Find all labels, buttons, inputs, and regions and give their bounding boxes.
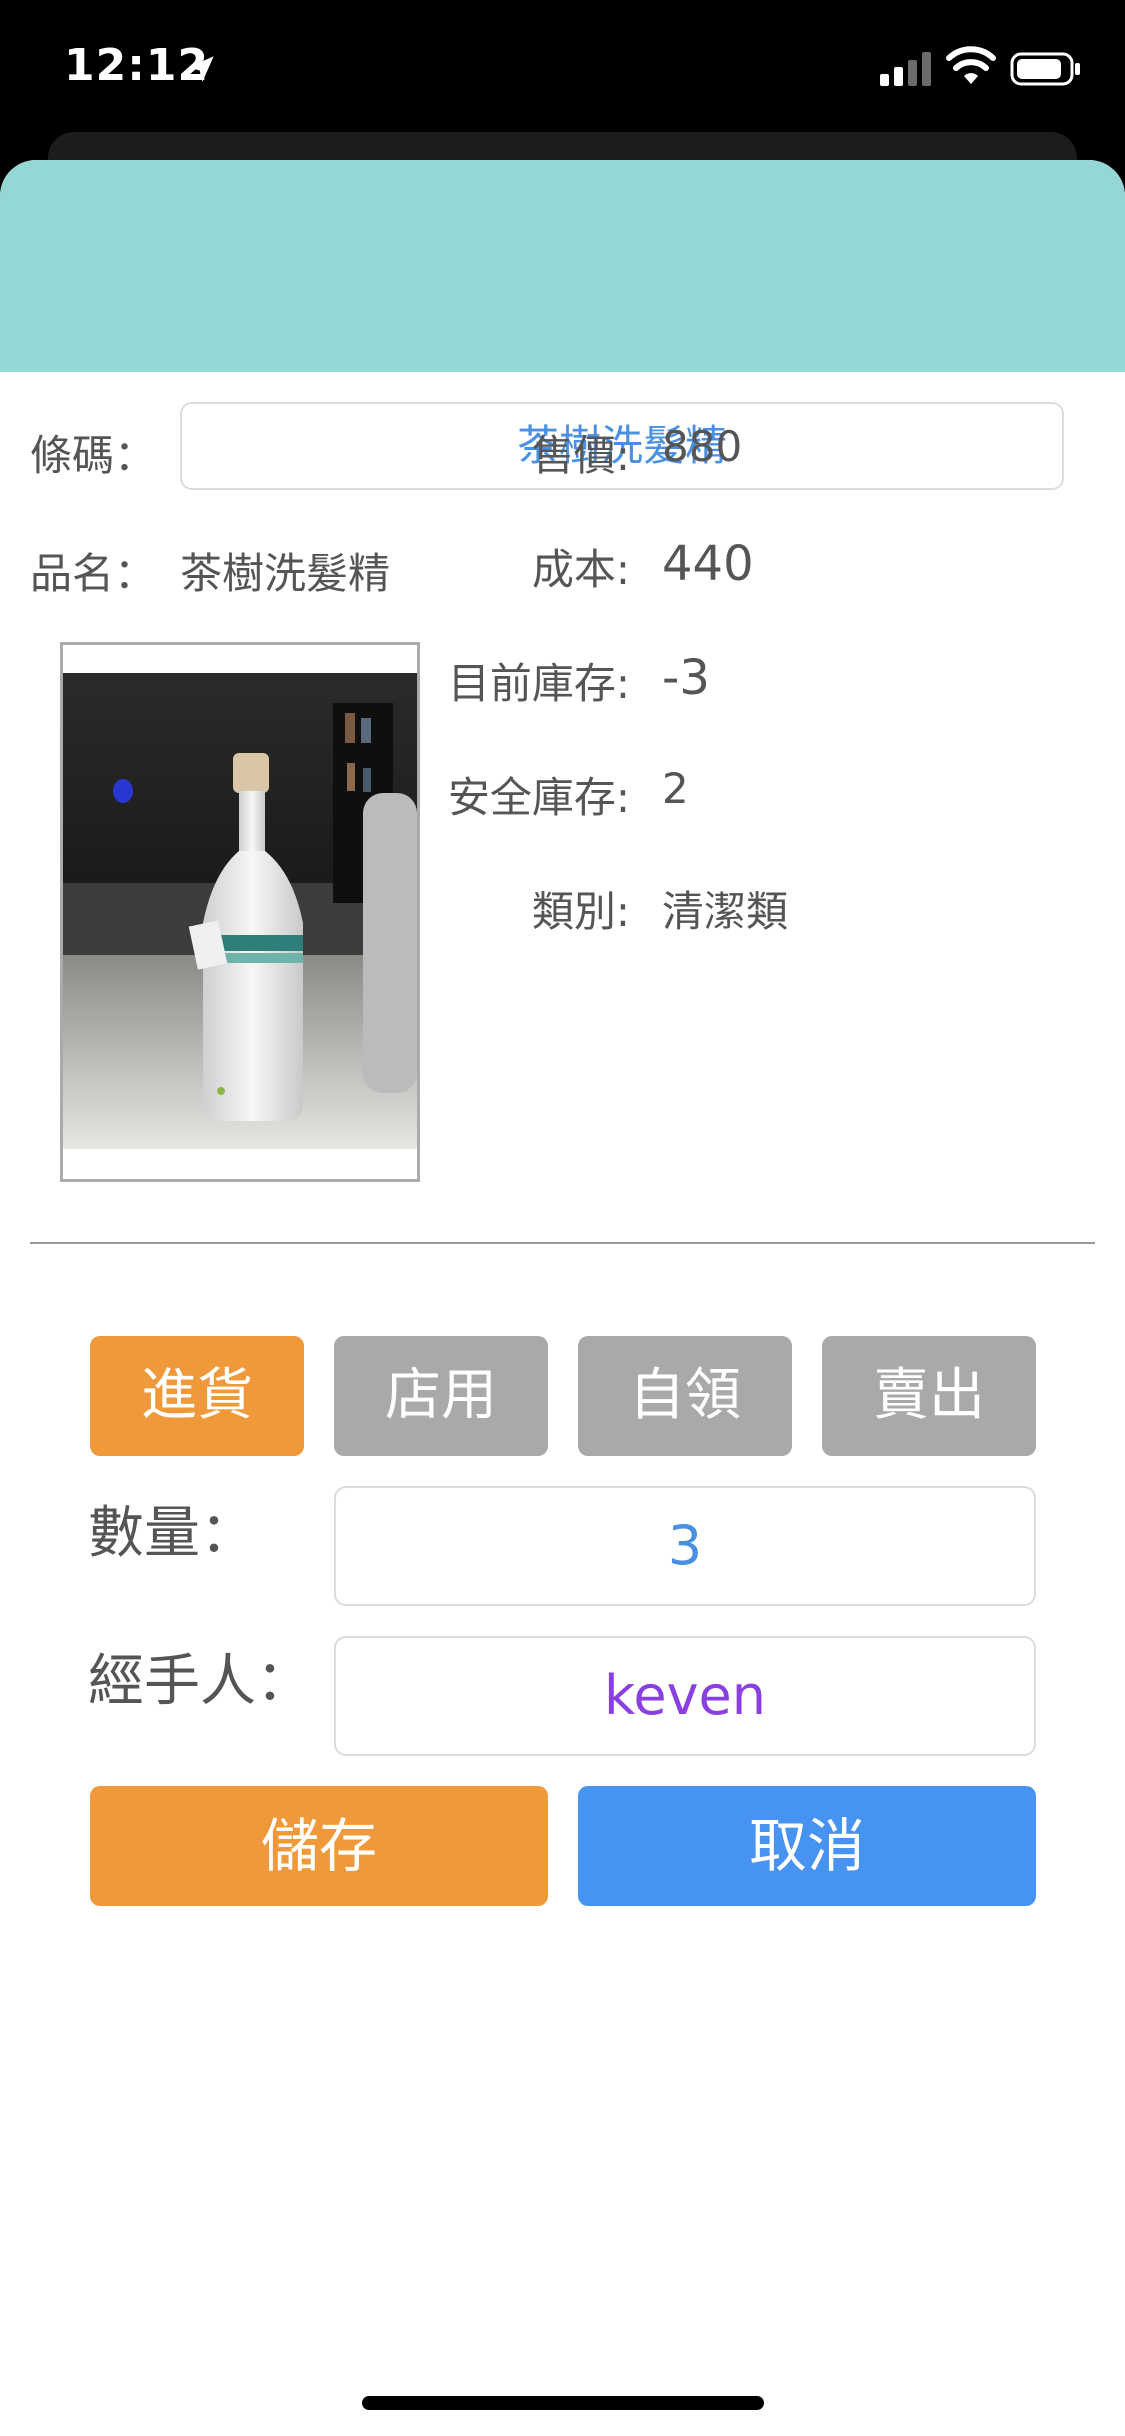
divider [30,1242,1095,1244]
wifi-icon [946,46,996,84]
type-button-self-collect[interactable]: 自領 [578,1336,792,1456]
cancel-button[interactable]: 取消 [578,1786,1036,1906]
category-row: 類別: 清潔類 [430,878,1070,938]
sheet-header [0,160,1125,372]
price-row: 售價: 880 [430,422,1070,482]
product-image [63,673,417,1149]
inventory-transaction-sheet: 條碼： 茶樹洗髮精 品名： 茶樹洗髮精 售價: 880 成本: 440 目前庫存… [0,160,1125,2436]
current-stock-label: 目前庫存: [447,659,630,708]
cost-row: 成本: 440 [430,536,1070,596]
current-stock-row: 目前庫存: -3 [430,650,1070,710]
location-arrow-icon [188,56,214,82]
barcode-label: 條碼： [30,431,157,480]
product-name-value: 茶樹洗髮精 [180,549,391,598]
cost-label: 成本: [531,545,630,594]
cellular-signal-icon [880,52,931,86]
product-name-label: 品名： [30,549,157,598]
current-stock-value: -3 [662,650,710,706]
type-button-store-use[interactable]: 店用 [334,1336,548,1456]
handler-input[interactable]: keven [334,1636,1036,1756]
battery-icon [1010,52,1080,86]
shampoo-bottle-image [63,673,417,1149]
category-label: 類別: [531,887,630,936]
safety-stock-label: 安全庫存: [447,773,630,822]
product-photo [60,642,420,1182]
quantity-input[interactable]: 3 [334,1486,1036,1606]
home-indicator[interactable] [362,2396,764,2410]
price-label: 售價: [531,431,630,480]
type-button-restock[interactable]: 進貨 [90,1336,304,1456]
category-value: 清潔類 [662,887,789,936]
price-value: 880 [662,422,743,471]
save-button[interactable]: 儲存 [90,1786,548,1906]
safety-stock-value: 2 [662,764,689,813]
safety-stock-row: 安全庫存: 2 [430,764,1070,824]
status-bar: 12:12 [0,0,1125,140]
quantity-label: 數量： [88,1501,256,1566]
cost-value: 440 [662,536,754,592]
handler-label: 經手人： [88,1649,312,1714]
type-button-sell[interactable]: 賣出 [822,1336,1036,1456]
